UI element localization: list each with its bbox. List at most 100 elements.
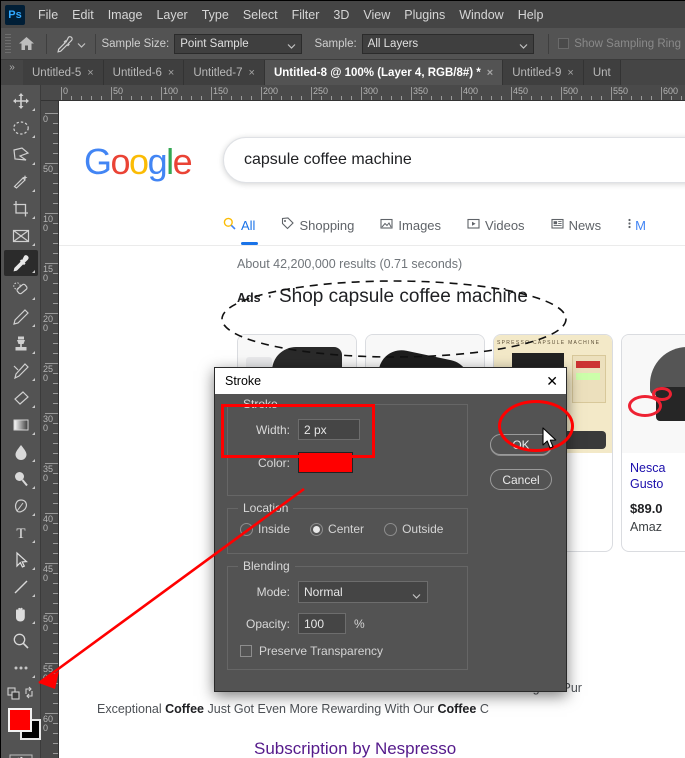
- hand-tool[interactable]: [4, 601, 38, 627]
- color-swatches: [1, 705, 41, 749]
- tab-all[interactable]: All: [223, 205, 259, 245]
- product-price: $89.0: [630, 501, 663, 516]
- close-icon[interactable]: ×: [87, 67, 93, 79]
- menu-item-filter[interactable]: Filter: [285, 5, 327, 25]
- product-card-4[interactable]: Nesca Gusto $89.0 Amaz: [621, 334, 685, 552]
- quick-mask-icon[interactable]: [4, 749, 38, 758]
- close-icon[interactable]: ×: [487, 67, 493, 79]
- preserve-transparency-checkbox[interactable]: Preserve Transparency: [240, 644, 457, 658]
- tab-images[interactable]: Images: [380, 205, 441, 245]
- product-title[interactable]: Nesca Gusto: [622, 453, 685, 499]
- ruler-minor-tick: [53, 153, 58, 154]
- tool-more-indicator: [31, 513, 35, 516]
- sample-select[interactable]: All Layers: [361, 33, 535, 54]
- line-shape-tool[interactable]: [4, 574, 38, 600]
- nav-divider: [59, 245, 685, 246]
- tab-news[interactable]: News: [551, 205, 601, 245]
- radio-center[interactable]: Center: [310, 522, 364, 536]
- ruler-minor-tick: [53, 673, 58, 674]
- tab-untitled-8-active[interactable]: Untitled-8 @ 100% (Layer 4, RGB/8#) * ×: [264, 60, 504, 85]
- crop-tool[interactable]: [4, 196, 38, 222]
- menu-item-window[interactable]: Window: [452, 5, 510, 25]
- home-icon[interactable]: [14, 32, 40, 56]
- edit-toolbar-tool[interactable]: [4, 655, 38, 681]
- ruler-label: 500: [563, 86, 579, 96]
- tab-untitled-6[interactable]: Untitled-6 ×: [103, 60, 185, 85]
- chevron-down-icon[interactable]: [77, 37, 86, 51]
- sample-size-select[interactable]: Point Sample: [174, 33, 303, 54]
- clone-stamp-tool[interactable]: [4, 331, 38, 357]
- tab-videos[interactable]: Videos: [467, 205, 525, 245]
- menu-item-type[interactable]: Type: [195, 5, 236, 25]
- ruler-minor-tick: [491, 96, 492, 100]
- eyedropper-tool[interactable]: [3, 250, 38, 276]
- tab-shopping[interactable]: Shopping: [281, 205, 354, 245]
- type-tool[interactable]: T: [4, 520, 38, 546]
- stroke-width-input[interactable]: 2 px: [298, 419, 360, 440]
- ruler-label: 50: [113, 86, 124, 96]
- menu-item-file[interactable]: File: [31, 5, 65, 25]
- ruler-minor-tick: [53, 633, 58, 634]
- cancel-button[interactable]: Cancel: [490, 469, 552, 490]
- logo-letter: g: [147, 141, 168, 182]
- active-tool-chip[interactable]: [53, 33, 89, 55]
- move-tool[interactable]: [4, 88, 38, 114]
- dodge-tool[interactable]: [4, 466, 38, 492]
- frame-tool[interactable]: [4, 223, 38, 249]
- show-sampling-ring-checkbox[interactable]: Show Sampling Ring: [558, 38, 685, 50]
- tab-more[interactable]: M: [627, 205, 646, 245]
- close-icon[interactable]: ×: [567, 67, 573, 79]
- history-brush-tool[interactable]: [4, 358, 38, 384]
- menu-item-select[interactable]: Select: [236, 5, 285, 25]
- close-icon[interactable]: ✕: [546, 373, 558, 390]
- dock-expand-icon[interactable]: »: [1, 60, 23, 85]
- stroke-color-swatch[interactable]: [298, 452, 353, 473]
- photoshop-logo: Ps: [5, 4, 25, 25]
- menu-item-edit[interactable]: Edit: [65, 5, 101, 25]
- blur-tool[interactable]: [4, 439, 38, 465]
- tab-untitled-9[interactable]: Untitled-9 ×: [503, 60, 584, 85]
- options-divider-2: [94, 33, 96, 54]
- ruler-minor-tick: [291, 96, 292, 100]
- menu-item-help[interactable]: Help: [511, 5, 551, 25]
- blend-mode-select[interactable]: Normal: [298, 581, 428, 603]
- options-bar-grip[interactable]: [5, 33, 11, 54]
- opacity-input[interactable]: 100: [298, 613, 346, 634]
- ruler-minor-tick: [53, 483, 58, 484]
- radio-inside[interactable]: Inside: [240, 522, 290, 536]
- default-colors-swap[interactable]: [4, 682, 38, 704]
- elliptical-marquee-tool[interactable]: [4, 115, 38, 141]
- ruler-label: 200: [263, 86, 279, 96]
- foreground-color-swatch[interactable]: [8, 708, 32, 732]
- zoom-tool[interactable]: [4, 628, 38, 654]
- vertical-ruler[interactable]: 0 50 100 150 200 250 300 350 400 450 500 550 600: [41, 101, 59, 758]
- lasso-tool[interactable]: [4, 142, 38, 168]
- menu-item-view[interactable]: View: [356, 5, 397, 25]
- radio-outside[interactable]: Outside: [384, 522, 443, 536]
- bottom-result-link-2[interactable]: Subscription by Nespresso: [254, 739, 456, 758]
- path-selection-tool[interactable]: [4, 547, 38, 573]
- tab-untitled-7[interactable]: Untitled-7 ×: [184, 60, 265, 85]
- menu-item-image[interactable]: Image: [101, 5, 150, 25]
- ruler-minor-tick: [321, 96, 322, 100]
- pen-tool[interactable]: [4, 493, 38, 519]
- tool-more-indicator: [31, 432, 35, 435]
- gradient-tool[interactable]: [4, 412, 38, 438]
- menu-item-plugins[interactable]: Plugins: [397, 5, 452, 25]
- close-icon[interactable]: ×: [249, 67, 255, 79]
- brush-tool[interactable]: [4, 304, 38, 330]
- ruler-tick: [45, 363, 58, 364]
- dialog-title-bar[interactable]: Stroke ✕: [215, 368, 566, 394]
- tab-untitled-partial[interactable]: Unt: [583, 60, 621, 85]
- spot-healing-brush-tool[interactable]: [4, 277, 38, 303]
- stroke-dialog[interactable]: Stroke ✕ Stroke Width: 2 px Color: Locat…: [214, 367, 567, 692]
- search-input[interactable]: capsule coffee machine: [223, 137, 685, 183]
- menu-item-3d[interactable]: 3D: [326, 5, 356, 25]
- ads-heading[interactable]: Shop capsule coffee machine: [279, 286, 528, 308]
- tab-untitled-5[interactable]: Untitled-5 ×: [23, 60, 104, 85]
- menu-item-layer[interactable]: Layer: [149, 5, 194, 25]
- eraser-tool[interactable]: [4, 385, 38, 411]
- close-icon[interactable]: ×: [168, 67, 174, 79]
- horizontal-ruler[interactable]: 0 50 100 150 200 250 300 350 400 450 500 550 600: [41, 85, 685, 101]
- magic-wand-tool[interactable]: [4, 169, 38, 195]
